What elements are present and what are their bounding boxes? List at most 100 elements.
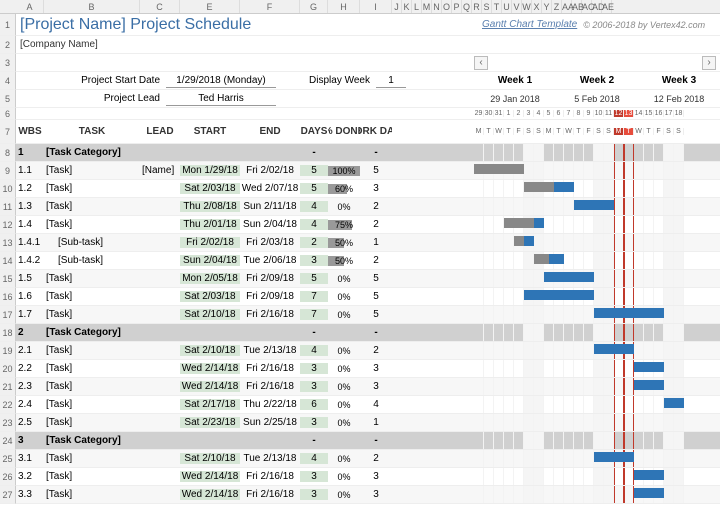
next-week-button[interactable]: ›: [702, 56, 716, 70]
col-letter[interactable]: AA: [562, 0, 572, 13]
task-name-cell[interactable]: [Task Category]: [44, 147, 140, 158]
end-date-cell[interactable]: Sun 2/25/18: [240, 417, 300, 428]
template-link[interactable]: Gantt Chart Template: [482, 19, 577, 30]
row-number[interactable]: 25: [0, 450, 16, 468]
col-letter[interactable]: W: [522, 0, 532, 13]
wbs-cell[interactable]: 1.4.1: [16, 237, 44, 248]
row-number[interactable]: 7: [0, 120, 16, 144]
percent-done-cell[interactable]: 0%: [328, 472, 360, 482]
start-date-cell[interactable]: Thu 2/08/18: [180, 201, 240, 212]
row-number[interactable]: 23: [0, 414, 16, 432]
days-cell[interactable]: 7: [300, 291, 328, 302]
percent-done-cell[interactable]: 0%: [328, 310, 360, 320]
days-cell[interactable]: 6: [300, 399, 328, 410]
workdays-cell[interactable]: -: [360, 147, 392, 158]
workdays-cell[interactable]: 5: [360, 273, 392, 284]
workdays-cell[interactable]: 3: [360, 471, 392, 482]
task-name-cell[interactable]: [Sub-task]: [44, 255, 140, 266]
workdays-cell[interactable]: 2: [360, 201, 392, 212]
task-name-cell[interactable]: [Task]: [44, 345, 140, 356]
workdays-cell[interactable]: 1: [360, 237, 392, 248]
days-cell[interactable]: 3: [300, 417, 328, 428]
percent-done-cell[interactable]: 0%: [328, 202, 360, 212]
start-date-cell[interactable]: Sat 2/10/18: [180, 453, 240, 464]
wbs-cell[interactable]: 1.1: [16, 165, 44, 176]
col-letter[interactable]: A: [16, 0, 44, 13]
start-date-cell[interactable]: Sun 2/04/18: [180, 255, 240, 266]
row-number[interactable]: 18: [0, 324, 16, 342]
row-number[interactable]: 3: [0, 54, 16, 72]
task-name-cell[interactable]: [Task]: [44, 489, 140, 500]
end-date-cell[interactable]: Sun 2/11/18: [240, 201, 300, 212]
wbs-cell[interactable]: 2: [16, 327, 44, 338]
col-letter[interactable]: S: [482, 0, 492, 13]
row-number[interactable]: 24: [0, 432, 16, 450]
task-name-cell[interactable]: [Task]: [44, 471, 140, 482]
prev-week-button[interactable]: ‹: [474, 56, 488, 70]
row-number[interactable]: 26: [0, 468, 16, 486]
row-number[interactable]: 1: [0, 14, 16, 36]
percent-done-cell[interactable]: 50%: [328, 238, 360, 248]
col-letter[interactable]: O: [442, 0, 452, 13]
col-letter[interactable]: H: [328, 0, 360, 13]
days-cell[interactable]: 3: [300, 489, 328, 500]
percent-done-cell[interactable]: 0%: [328, 400, 360, 410]
row-number[interactable]: 13: [0, 234, 16, 252]
row-number[interactable]: 16: [0, 288, 16, 306]
row-number[interactable]: 22: [0, 396, 16, 414]
task-name-cell[interactable]: [Task]: [44, 183, 140, 194]
row-number[interactable]: 20: [0, 360, 16, 378]
start-date-cell[interactable]: Wed 2/14/18: [180, 489, 240, 500]
col-letter[interactable]: J: [392, 0, 402, 13]
col-letter[interactable]: E: [180, 0, 240, 13]
col-letter[interactable]: T: [492, 0, 502, 13]
days-cell[interactable]: 3: [300, 471, 328, 482]
row-number[interactable]: 6: [0, 108, 16, 120]
wbs-cell[interactable]: 3.1: [16, 453, 44, 464]
percent-done-cell[interactable]: 0%: [328, 346, 360, 356]
start-date-cell[interactable]: Wed 2/14/18: [180, 363, 240, 374]
col-letter[interactable]: V: [512, 0, 522, 13]
percent-done-cell[interactable]: 0%: [328, 418, 360, 428]
days-cell[interactable]: 5: [300, 183, 328, 194]
workdays-cell[interactable]: 3: [360, 381, 392, 392]
task-name-cell[interactable]: [Task Category]: [44, 435, 140, 446]
row-number[interactable]: 2: [0, 36, 16, 54]
days-cell[interactable]: -: [300, 147, 328, 158]
start-date-cell[interactable]: Wed 2/14/18: [180, 471, 240, 482]
days-cell[interactable]: 7: [300, 309, 328, 320]
task-name-cell[interactable]: [Task]: [44, 165, 140, 176]
col-letter[interactable]: AD: [592, 0, 602, 13]
workdays-cell[interactable]: 2: [360, 453, 392, 464]
col-letter[interactable]: U: [502, 0, 512, 13]
col-letter[interactable]: Z: [552, 0, 562, 13]
days-cell[interactable]: 3: [300, 363, 328, 374]
workdays-cell[interactable]: 2: [360, 219, 392, 230]
col-letter[interactable]: F: [240, 0, 300, 13]
wbs-cell[interactable]: 2.5: [16, 417, 44, 428]
end-date-cell[interactable]: Fri 2/16/18: [240, 363, 300, 374]
row-number[interactable]: 19: [0, 342, 16, 360]
wbs-cell[interactable]: 1.2: [16, 183, 44, 194]
end-date-cell[interactable]: Fri 2/16/18: [240, 381, 300, 392]
end-date-cell[interactable]: Wed 2/07/18: [240, 183, 300, 194]
task-name-cell[interactable]: [Sub-task]: [44, 237, 140, 248]
display-week-value[interactable]: 1: [376, 74, 406, 88]
col-letter[interactable]: M: [422, 0, 432, 13]
days-cell[interactable]: 5: [300, 273, 328, 284]
task-name-cell[interactable]: [Task]: [44, 309, 140, 320]
start-date-value[interactable]: 1/29/2018 (Monday): [166, 74, 276, 88]
start-date-cell[interactable]: Sat 2/17/18: [180, 399, 240, 410]
start-date-cell[interactable]: Sat 2/03/18: [180, 291, 240, 302]
start-date-cell[interactable]: Sat 2/10/18: [180, 309, 240, 320]
wbs-cell[interactable]: 1: [16, 147, 44, 158]
task-name-cell[interactable]: [Task]: [44, 381, 140, 392]
col-letter[interactable]: C: [140, 0, 180, 13]
task-name-cell[interactable]: [Task]: [44, 363, 140, 374]
start-date-cell[interactable]: Fri 2/02/18: [180, 237, 240, 248]
task-name-cell[interactable]: [Task]: [44, 453, 140, 464]
end-date-cell[interactable]: Fri 2/16/18: [240, 489, 300, 500]
row-number[interactable]: 11: [0, 198, 16, 216]
task-name-cell[interactable]: [Task]: [44, 417, 140, 428]
workdays-cell[interactable]: 2: [360, 345, 392, 356]
